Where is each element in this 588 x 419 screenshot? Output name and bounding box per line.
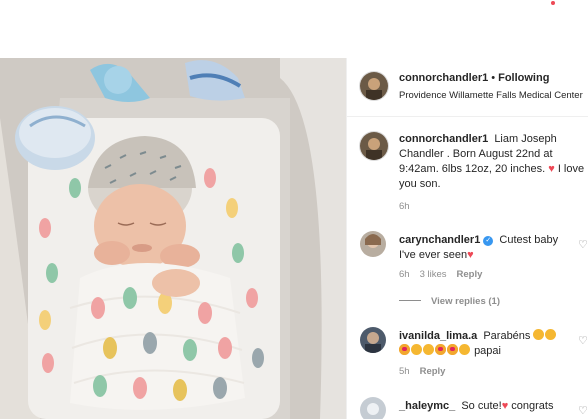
author-avatar[interactable] xyxy=(360,72,388,100)
comment-meta: 5h Reply xyxy=(399,366,455,377)
red-heart-icon: ♥ xyxy=(548,163,555,175)
comment-username[interactable]: carynchandler1 xyxy=(399,234,480,246)
comment-body-end: congrats xyxy=(511,400,554,412)
clapping-hands-icon xyxy=(533,329,545,340)
caption-timestamp[interactable]: 6h xyxy=(399,201,410,212)
clapping-hands-icon xyxy=(459,344,470,355)
view-replies-button[interactable]: View replies (1) xyxy=(399,296,500,307)
red-heart-icon: ♥ xyxy=(467,249,474,261)
clapping-hands-icon xyxy=(411,344,422,355)
commenter-avatar[interactable] xyxy=(360,327,386,353)
notification-dot-icon xyxy=(551,1,555,5)
top-bar xyxy=(0,0,588,58)
comment-body: Parabéns xyxy=(483,330,531,342)
baby-photo-image xyxy=(0,58,346,419)
comment-username[interactable]: _haleymc_ xyxy=(399,400,455,412)
comment-text: ivanilda_lima.a Parabéns papai xyxy=(399,329,575,359)
caption-avatar-image xyxy=(360,132,388,160)
comment-timestamp[interactable]: 5h xyxy=(399,366,410,377)
commenter-avatar-image xyxy=(360,397,386,419)
reply-button[interactable]: Reply xyxy=(420,366,446,377)
author-avatar-image xyxy=(360,72,388,100)
location-link[interactable]: Providence Willamette Falls Medical Cent… xyxy=(399,90,583,101)
post-header: connorchandler1 • Following Providence Wil… xyxy=(347,58,588,117)
replies-divider xyxy=(399,300,421,301)
comment-meta: 6h 3 likes Reply xyxy=(399,269,492,280)
heart-eyes-face-icon xyxy=(435,344,446,355)
like-heart-icon[interactable]: ♡ xyxy=(578,334,588,347)
clapping-hands-icon xyxy=(423,344,434,355)
comment-text: carynchandler1 ✓ Cutest baby I've ever se… xyxy=(399,233,575,263)
comment-text: _haleymc_ So cute!♥ congrats xyxy=(399,399,575,414)
comment-username[interactable]: ivanilda_lima.a xyxy=(399,330,477,342)
caption-text: connorchandler1 Liam Joseph Chandler . B… xyxy=(399,132,585,192)
post-photo[interactable] xyxy=(0,58,346,419)
following-button[interactable]: Following xyxy=(498,72,549,84)
commenter-avatar-image xyxy=(360,327,386,353)
heart-eyes-face-icon xyxy=(399,344,410,355)
commenter-avatar-image xyxy=(360,231,386,257)
caption-username[interactable]: connorchandler1 xyxy=(399,133,488,145)
post-sidebar: connorchandler1 • Following Providence Wil… xyxy=(346,58,588,419)
like-heart-icon[interactable]: ♡ xyxy=(578,404,588,417)
heart-eyes-face-icon xyxy=(447,344,458,355)
red-heart-icon: ♥ xyxy=(501,400,509,412)
comment-likes[interactable]: 3 likes xyxy=(420,269,447,280)
post-author-line: connorchandler1 • Following xyxy=(399,72,549,84)
commenter-avatar[interactable] xyxy=(360,397,386,419)
clapping-hands-icon xyxy=(545,329,557,340)
reply-button[interactable]: Reply xyxy=(457,269,483,280)
like-heart-icon[interactable]: ♡ xyxy=(578,238,588,251)
commenter-avatar[interactable] xyxy=(360,231,386,257)
comment-timestamp[interactable]: 6h xyxy=(399,269,410,280)
comment-body: So cute! xyxy=(461,400,502,412)
view-replies-label: View replies (1) xyxy=(431,296,500,307)
author-username[interactable]: connorchandler1 xyxy=(399,72,488,84)
caption-avatar[interactable] xyxy=(360,132,388,160)
separator-dot: • xyxy=(491,72,496,84)
comment-body-end: papai xyxy=(474,345,501,357)
verified-badge-icon: ✓ xyxy=(483,236,494,246)
